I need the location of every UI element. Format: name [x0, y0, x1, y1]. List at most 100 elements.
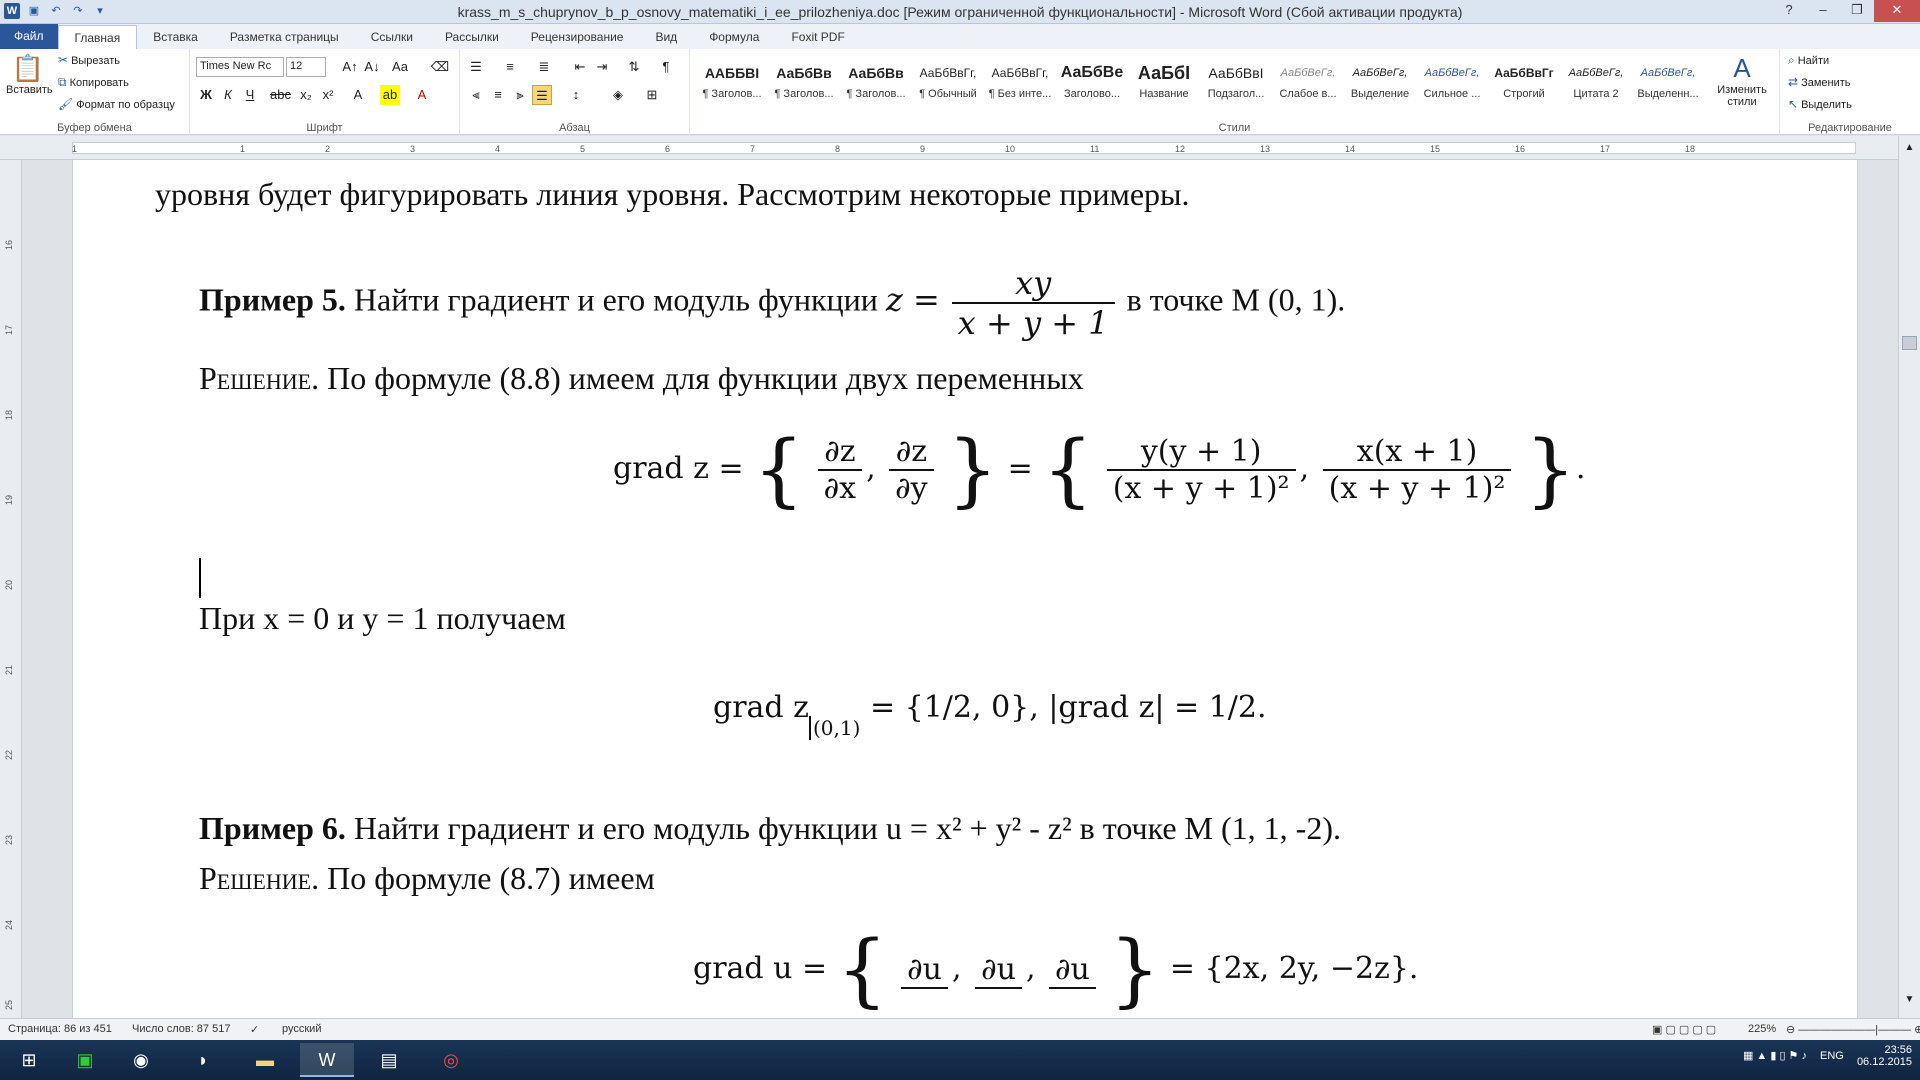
clock[interactable]: 23:56 06.12.2015	[1857, 1044, 1912, 1068]
replace-button[interactable]: ⇄ Заменить	[1788, 75, 1851, 89]
line-spacing-icon[interactable]: ↕	[566, 85, 586, 105]
style-item[interactable]: АаБбВеГг, Сильное ...	[1416, 58, 1488, 114]
style-item[interactable]: АаБбВеГг, Цитата 2	[1560, 58, 1632, 114]
tab-home[interactable]: Главная	[57, 25, 138, 49]
style-item[interactable]: АаБбВвГг, ¶ Обычный	[912, 58, 984, 114]
bold-icon[interactable]: Ж	[196, 85, 216, 105]
document-area[interactable]: уровня будет фигурировать линия уровня. …	[22, 160, 1898, 1018]
text-effects-icon[interactable]: A	[348, 85, 368, 105]
vertical-ruler[interactable]: 16 17 18 19 20 21 22 23 24 25	[0, 160, 22, 1018]
subscript-icon[interactable]: x₂	[296, 85, 316, 105]
copy-button[interactable]: ⧉ Копировать	[58, 75, 129, 90]
taskbar-app-icon[interactable]: ◗	[176, 1043, 230, 1077]
input-language[interactable]: ENG	[1820, 1050, 1844, 1062]
shading-icon[interactable]: ◈	[608, 85, 628, 105]
scroll-up-icon[interactable]: ▲	[1902, 142, 1917, 156]
start-button[interactable]: ⊞	[2, 1043, 56, 1077]
highlight-icon[interactable]: ab	[380, 85, 400, 105]
align-left-icon[interactable]: ⫷	[466, 85, 486, 105]
font-color-icon[interactable]: A	[412, 85, 432, 105]
tab-formula[interactable]: Формула	[693, 25, 775, 49]
page-count[interactable]: Страница: 86 из 451	[8, 1023, 112, 1035]
show-marks-icon[interactable]: ¶	[656, 57, 676, 77]
clear-format-icon[interactable]: ⌫	[430, 57, 450, 77]
word-count[interactable]: Число слов: 87 517	[132, 1023, 230, 1035]
font-size-combo[interactable]: 12	[286, 57, 326, 77]
paste-button[interactable]: 📋 Вставить	[6, 53, 53, 96]
minimize-button[interactable]: –	[1806, 0, 1840, 22]
style-item[interactable]: АаБбВвГг Строгий	[1488, 58, 1560, 114]
tab-foxit-pdf[interactable]: Foxit PDF	[775, 25, 860, 49]
strikethrough-icon[interactable]: abc	[270, 85, 291, 105]
style-item[interactable]: АаБбВе Заголово...	[1056, 58, 1128, 114]
font-name-combo[interactable]: Times New Rc	[196, 57, 284, 77]
zoom-level[interactable]: 225%	[1748, 1023, 1776, 1035]
numbering-icon[interactable]: ≡	[500, 57, 520, 77]
zoom-slider[interactable]: ⊖ ———————|——— ⊕	[1786, 1023, 1920, 1036]
title-bar: W ▣ ↶ ↷ ▾ krass_m_s_chuprynov_b_p_osnovy…	[0, 0, 1920, 24]
format-painter-button[interactable]: 🖌 Формат по образцу	[58, 97, 175, 111]
ruler-tick-label: 1	[72, 144, 78, 154]
ruler-tick-label: 10	[1005, 144, 1016, 154]
increase-indent-icon[interactable]: ⇥	[592, 57, 612, 77]
word-taskbar-icon[interactable]: W	[300, 1043, 354, 1077]
horizontal-ruler[interactable]: 1 1 2 3 4 5 6 7 8 9 10 11 12 13 14 15 16…	[0, 136, 1920, 160]
style-item[interactable]: АаБбВеГг, Слабое в...	[1272, 58, 1344, 114]
file-explorer-icon[interactable]: ▬	[238, 1043, 292, 1077]
align-right-icon[interactable]: ⫸	[510, 85, 530, 105]
tab-review[interactable]: Рецензирование	[515, 25, 640, 49]
tab-references[interactable]: Ссылки	[355, 25, 429, 49]
shrink-font-icon[interactable]: A↓	[362, 57, 382, 77]
tab-view[interactable]: Вид	[639, 25, 693, 49]
ruler-tick-label: 9	[920, 144, 926, 154]
solution-label: Решение	[199, 360, 312, 396]
tab-file[interactable]: Файл	[0, 24, 58, 49]
tray-icons[interactable]: ▦ ▲ ▮ ▯ ⚑ ♪	[1743, 1050, 1807, 1062]
ribbon: 📋 Вставить ✂ Вырезать ⧉ Копировать 🖌 Формат…	[0, 49, 1920, 135]
ruler-tick-label: 15	[1430, 144, 1441, 154]
language[interactable]: русский	[282, 1023, 321, 1035]
scroll-thumb[interactable]	[1902, 336, 1917, 350]
underline-icon[interactable]: Ч	[240, 85, 260, 105]
view-buttons[interactable]: ▣ ▢ ▢ ▢ ▢	[1652, 1023, 1716, 1036]
restore-button[interactable]: ❐	[1840, 0, 1874, 22]
chrome-icon[interactable]: ◎	[424, 1043, 478, 1077]
style-item[interactable]: ААББВІ ¶ Заголов...	[696, 58, 768, 114]
pdf-taskbar-icon[interactable]: ▤	[362, 1043, 416, 1077]
style-item[interactable]: АаБбВвГг, ¶ Без инте...	[984, 58, 1056, 114]
borders-icon[interactable]: ⊞	[642, 85, 662, 105]
taskbar-app-icon[interactable]: ◉	[114, 1043, 168, 1077]
style-item[interactable]: АаБбВв ¶ Заголов...	[768, 58, 840, 114]
bullets-icon[interactable]: ☰	[466, 57, 486, 77]
style-item[interactable]: АаБбВвІ Подзагол...	[1200, 58, 1272, 114]
proofing-icon[interactable]: ✓	[250, 1023, 259, 1036]
scroll-down-icon[interactable]: ▼	[1902, 994, 1917, 1008]
superscript-icon[interactable]: x²	[318, 85, 338, 105]
cut-button[interactable]: ✂ Вырезать	[58, 53, 120, 67]
tab-page-layout[interactable]: Разметка страницы	[214, 25, 355, 49]
find-button[interactable]: ⌕ Найти	[1788, 53, 1829, 68]
change-styles-button[interactable]: A Изменить стили	[1712, 53, 1772, 108]
style-item[interactable]: АаБбІ Название	[1128, 58, 1200, 114]
grow-font-icon[interactable]: A↑	[340, 57, 360, 77]
tab-mailings[interactable]: Рассылки	[429, 25, 515, 49]
multilevel-list-icon[interactable]: ≣	[534, 57, 554, 77]
style-item[interactable]: АаБбВв ¶ Заголов...	[840, 58, 912, 114]
decrease-indent-icon[interactable]: ⇤	[570, 57, 590, 77]
italic-icon[interactable]: К	[218, 85, 238, 105]
document-page[interactable]: уровня будет фигурировать линия уровня. …	[72, 160, 1858, 1018]
change-case-icon[interactable]: Aa	[390, 57, 410, 77]
close-button[interactable]: ✕	[1874, 0, 1920, 22]
taskbar-app-icon[interactable]: ▣	[58, 1043, 112, 1077]
ruler-tick-label: 17	[1600, 144, 1611, 154]
sort-icon[interactable]: ⇅	[624, 57, 644, 77]
ruler-tick-label: 17	[4, 324, 15, 336]
help-icon[interactable]: ?	[1772, 0, 1806, 22]
vertical-scrollbar[interactable]: ▲ ▼	[1898, 136, 1920, 1018]
align-center-icon[interactable]: ≡	[488, 85, 508, 105]
style-item[interactable]: АаБбВеГг, Выделение	[1344, 58, 1416, 114]
tab-insert[interactable]: Вставка	[137, 25, 214, 49]
justify-icon[interactable]: ☰	[532, 85, 552, 105]
select-button[interactable]: ↖ Выделить	[1788, 97, 1852, 111]
style-item[interactable]: АаБбВеГг, Выделенн...	[1632, 58, 1704, 114]
